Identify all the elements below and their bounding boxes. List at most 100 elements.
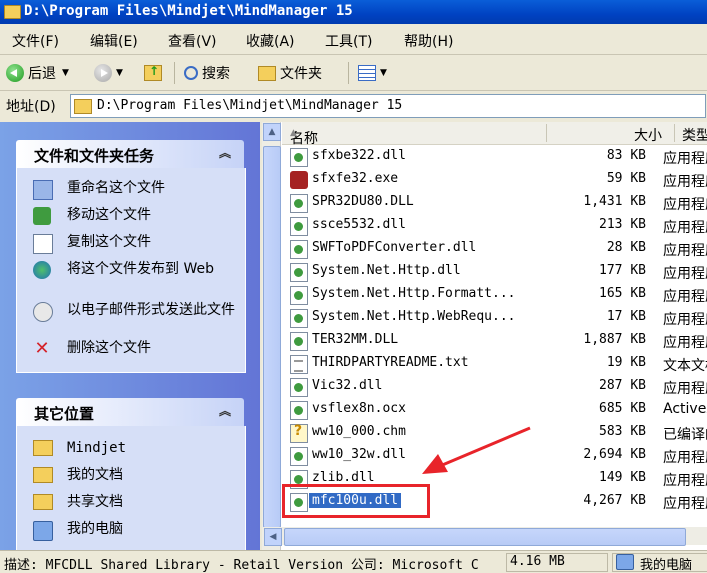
dll-file-icon (290, 447, 308, 466)
menu-file[interactable]: 文件(F) (12, 31, 59, 51)
file-size: 213 KB (599, 217, 646, 232)
file-size: 287 KB (599, 378, 646, 393)
table-row[interactable]: System.Net.Http.WebRequ... 17 KB 应用程序扩展 (284, 306, 707, 329)
file-type: 应用程序扩展 (663, 243, 707, 259)
file-tasks-title: 文件和文件夹任务 (34, 147, 155, 165)
file-type: ActiveX (663, 401, 707, 417)
file-size: 1,887 KB (583, 332, 646, 347)
table-row[interactable]: sfxbe322.dll 83 KB 应用程序扩展 (284, 145, 707, 168)
task-pane: 文件和文件夹任务 ︽ 重命名这个文件 移动这个文件 复制这个文件 将这个文件发布… (0, 122, 260, 550)
file-size: 4,267 KB (583, 493, 646, 508)
file-size: 28 KB (606, 240, 646, 255)
file-type: 应用程序扩展 (663, 289, 707, 305)
menu-tools[interactable]: 工具(T) (325, 31, 372, 51)
file-type: 应用程序 (663, 174, 707, 190)
table-row[interactable]: ssce5532.dll 213 KB 应用程序扩展 (284, 214, 707, 237)
place-label: 我的文档 (67, 467, 123, 483)
dll-file-icon (290, 263, 308, 282)
dll-file-icon (290, 286, 308, 305)
collapse-icon[interactable]: ︽ (216, 402, 234, 420)
other-places-title: 其它位置 (34, 405, 95, 423)
folder-icon (258, 65, 276, 81)
file-tasks-header[interactable]: 文件和文件夹任务 ︽ (16, 140, 244, 168)
task-label: 删除这个文件 (67, 340, 151, 356)
column-type[interactable]: 类型 (682, 125, 707, 145)
other-places-header[interactable]: 其它位置 ︽ (16, 398, 244, 426)
file-type: 文本文档 (663, 358, 707, 374)
status-location: 我的电脑 (640, 558, 693, 573)
menu-edit[interactable]: 编辑(E) (90, 31, 138, 51)
file-type: 应用程序扩展 (663, 450, 707, 466)
column-size[interactable]: 大小 (634, 125, 662, 145)
menu-view[interactable]: 查看(V) (168, 31, 217, 51)
table-row[interactable]: sfxfe32.exe 59 KB 应用程序 (284, 168, 707, 191)
search-label: 搜索 (202, 66, 230, 82)
up-folder-button[interactable]: ↑ (144, 62, 166, 84)
task-label: 移动这个文件 (67, 207, 151, 223)
table-row[interactable]: TER32MM.DLL 1,887 KB 应用程序扩展 (284, 329, 707, 352)
file-size: 685 KB (599, 401, 646, 416)
folder-icon (33, 494, 53, 510)
file-size: 2,694 KB (583, 447, 646, 462)
table-row[interactable]: vsflex8n.ocx 685 KB ActiveX (284, 398, 707, 421)
folder-icon (33, 467, 53, 483)
chm-file-icon (290, 423, 308, 443)
file-name: System.Net.Http.dll (312, 263, 461, 278)
address-input[interactable]: D:\Program Files\Mindjet\MindManager 15 (70, 94, 706, 118)
table-row[interactable]: System.Net.Http.Formatt... 165 KB 应用程序扩展 (284, 283, 707, 306)
table-row[interactable]: System.Net.Http.dll 177 KB 应用程序扩展 (284, 260, 707, 283)
scroll-up-icon[interactable]: ▲ (263, 123, 281, 141)
file-type: 应用程序扩展 (663, 335, 707, 351)
file-type: 应用程序扩展 (663, 266, 707, 282)
table-row[interactable]: SWFToPDFConverter.dll 28 KB 应用程序扩展 (284, 237, 707, 260)
email-icon (33, 302, 53, 322)
scroll-thumb[interactable] (284, 528, 686, 546)
dll-file-icon (290, 309, 308, 328)
back-arrow-icon (6, 64, 24, 82)
file-name: System.Net.Http.WebRequ... (312, 309, 516, 324)
file-size: 165 KB (599, 286, 646, 301)
collapse-icon[interactable]: ︽ (216, 144, 234, 162)
computer-icon (33, 521, 53, 541)
highlight-box (282, 484, 430, 518)
file-type: 应用程序扩展 (663, 197, 707, 213)
scroll-left-icon[interactable]: ◀ (264, 528, 282, 546)
folders-label: 文件夹 (280, 66, 322, 82)
task-label: 以电子邮件形式发送此文件 (67, 302, 235, 318)
file-type: 已编译的HTML (663, 427, 707, 443)
file-name: SWFToPDFConverter.dll (312, 240, 477, 255)
menu-help[interactable]: 帮助(H) (404, 31, 453, 51)
file-type: 应用程序扩展 (663, 381, 707, 397)
other-places-body: Mindjet 我的文档 共享文档 我的电脑 (16, 426, 246, 550)
dll-file-icon (290, 401, 308, 420)
table-row[interactable]: THIRDPARTYREADME.txt 19 KB 文本文档 (284, 352, 707, 375)
title-bar: D:\Program Files\Mindjet\MindManager 15 (0, 0, 707, 24)
back-button[interactable]: 后退 ▼ (6, 62, 69, 84)
table-row[interactable]: SPR32DU80.DLL 1,431 KB 应用程序扩展 (284, 191, 707, 214)
status-bar: 描述: MFCDLL Shared Library - Retail Versi… (0, 550, 707, 573)
file-name: THIRDPARTYREADME.txt (312, 355, 469, 370)
menu-favorites[interactable]: 收藏(A) (246, 31, 295, 51)
folders-button[interactable]: 文件夹 (258, 62, 322, 84)
file-name: ww10_32w.dll (312, 447, 406, 462)
task-label: 复制这个文件 (67, 234, 151, 250)
toolbar: 后退 ▼ ▼ ↑ 搜索 文件夹 ▼ (0, 56, 707, 91)
table-row[interactable]: Vic32.dll 287 KB 应用程序扩展 (284, 375, 707, 398)
annotation-arrow-icon (422, 426, 531, 474)
file-tasks-body: 重命名这个文件 移动这个文件 复制这个文件 将这个文件发布到 Web 以电子邮件… (16, 168, 246, 373)
vertical-scrollbar[interactable]: ▲ (262, 122, 281, 550)
status-size: 4.16 MB (510, 554, 565, 569)
file-name: vsflex8n.ocx (312, 401, 406, 416)
dll-file-icon (290, 217, 308, 236)
task-label: 将这个文件发布到 Web (67, 261, 214, 277)
scroll-thumb[interactable] (263, 146, 281, 528)
forward-button[interactable]: ▼ (94, 62, 123, 84)
file-size: 177 KB (599, 263, 646, 278)
file-size: 1,431 KB (583, 194, 646, 209)
computer-icon (616, 554, 634, 570)
search-button[interactable]: 搜索 (184, 62, 230, 84)
place-label: Mindjet (67, 440, 127, 456)
file-name: ssce5532.dll (312, 217, 406, 232)
views-button[interactable]: ▼ (358, 62, 387, 84)
horizontal-scrollbar[interactable]: ◀ (262, 527, 707, 546)
